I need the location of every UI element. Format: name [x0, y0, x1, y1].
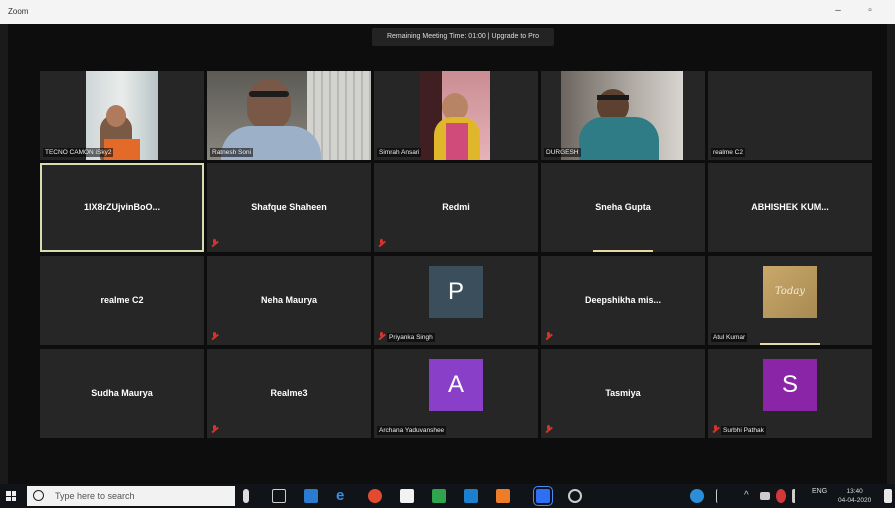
participant-name: 1lX8rZUjvinBoO... [83, 202, 161, 212]
search-icon [33, 490, 44, 501]
battery-icon[interactable] [760, 492, 770, 500]
participant-video [420, 71, 490, 160]
help-icon[interactable] [690, 489, 704, 503]
participant-name: Simrah Ansari [377, 148, 422, 157]
participant-video [207, 71, 371, 160]
participant-tile[interactable]: S Surbhi Pathak [708, 349, 872, 438]
gallery-view: Remaining Meeting Time: 01:00 | Upgrade … [8, 24, 887, 484]
video-tile[interactable]: DURGESH [541, 71, 705, 160]
mail-icon[interactable] [464, 489, 478, 503]
maps-icon[interactable] [432, 489, 446, 503]
speaking-indicator [760, 343, 820, 345]
participant-tile[interactable]: ABHISHEK KUM... [708, 163, 872, 252]
participant-name: ABHISHEK KUM... [751, 202, 829, 212]
zoom-app-icon[interactable] [533, 486, 553, 506]
participant-name: realme C2 [100, 295, 144, 305]
volume-icon[interactable] [792, 489, 802, 503]
participant-video [561, 71, 683, 160]
speaking-indicator [593, 250, 653, 252]
store-icon[interactable] [400, 489, 414, 503]
title-bar: Zoom – ▫ [0, 0, 895, 24]
avatar: S [763, 359, 817, 411]
app-icon[interactable] [496, 489, 510, 503]
video-tile[interactable]: TECNO CAMON iSky2 [40, 71, 204, 160]
muted-mic-icon [211, 425, 218, 433]
participant-tile-active[interactable]: 1lX8rZUjvinBoO... [40, 163, 204, 252]
avatar: P [429, 266, 483, 318]
participant-tile[interactable]: Sneha Gupta [541, 163, 705, 252]
participant-tile[interactable]: Deepshikha mis... [541, 256, 705, 345]
participant-name: Sudha Maurya [91, 388, 153, 398]
taskbar: Type here to search e ^ ENG 13:40 04-04-… [0, 484, 895, 508]
participant-tile[interactable]: A Archana Yaduvanshee [374, 349, 538, 438]
participant-tile[interactable]: Tasmiya [541, 349, 705, 438]
clock-date: 04-04-2020 [838, 497, 872, 504]
participant-name: Archana Yaduvanshee [377, 426, 447, 435]
muted-mic-icon [378, 239, 385, 247]
language-indicator[interactable]: ENG [812, 488, 827, 495]
windows-start-icon[interactable] [6, 491, 16, 501]
participant-name: Priyanka Singh [387, 333, 435, 342]
zoom-window: Zoom – ▫ Remaining Meeting Time: 01:00 |… [0, 0, 895, 508]
participant-name: Deepshikha mis... [584, 295, 662, 305]
notifications-icon[interactable] [884, 489, 892, 503]
muted-mic-icon [211, 332, 218, 340]
participant-name: DURGESH [544, 148, 581, 157]
participant-name: Sneha Gupta [595, 202, 651, 212]
muted-mic-icon [545, 332, 552, 340]
app-title: Zoom [8, 7, 29, 16]
participant-name: Surbhi Pathak [721, 426, 766, 435]
minimize-button[interactable]: – [828, 4, 848, 18]
participant-tile[interactable]: Sudha Maurya [40, 349, 204, 438]
participant-name: Atul Kumar [711, 333, 748, 342]
task-view-icon[interactable] [272, 489, 286, 503]
file-explorer-icon[interactable] [304, 489, 318, 503]
chrome-icon[interactable] [368, 489, 382, 503]
clock[interactable]: 13:40 04-04-2020 [838, 487, 871, 505]
muted-mic-icon [211, 239, 218, 247]
participant-name: realme C2 [711, 148, 745, 157]
participant-name: Shafque Shaheen [251, 202, 327, 212]
participant-name: Tasmiya [605, 388, 641, 398]
participant-name: Realme3 [270, 388, 308, 398]
video-tile[interactable]: realme C2 [708, 71, 872, 160]
profile-picture: Today [763, 266, 817, 318]
edge-icon[interactable]: e [336, 488, 350, 503]
participant-tile[interactable]: Realme3 [207, 349, 371, 438]
taskbar-search[interactable]: Type here to search [27, 486, 235, 506]
avatar: A [429, 359, 483, 411]
participant-name: Neha Maurya [260, 295, 318, 305]
muted-mic-icon [712, 425, 719, 433]
participant-tile[interactable]: Neha Maurya [207, 256, 371, 345]
participant-name: TECNO CAMON iSky2 [43, 148, 114, 157]
participant-tile[interactable]: Shafque Shaheen [207, 163, 371, 252]
clock-time: 13:40 [846, 488, 863, 495]
participant-tile[interactable]: Redmi [374, 163, 538, 252]
participant-tile[interactable]: realme C2 [40, 256, 204, 345]
participant-name: Redmi [442, 202, 470, 212]
video-tile[interactable]: Ratnesh Soni [207, 71, 371, 160]
muted-mic-icon [378, 332, 385, 340]
video-tile[interactable]: Simrah Ansari [374, 71, 538, 160]
maximize-button[interactable]: ▫ [860, 4, 880, 18]
network-icon[interactable] [776, 489, 786, 503]
participant-name: Ratnesh Soni [210, 148, 254, 157]
participant-tile[interactable]: Today Atul Kumar [708, 256, 872, 345]
paint-icon[interactable] [568, 489, 582, 503]
search-placeholder: Type here to search [55, 491, 135, 501]
participant-tile[interactable]: P Priyanka Singh [374, 256, 538, 345]
meeting-time-banner[interactable]: Remaining Meeting Time: 01:00 | Upgrade … [372, 28, 554, 46]
muted-mic-icon [545, 425, 552, 433]
microphone-icon[interactable] [243, 489, 249, 503]
chevron-up-icon[interactable]: ^ [744, 489, 754, 503]
participant-video [86, 71, 158, 160]
people-icon[interactable] [716, 489, 726, 503]
